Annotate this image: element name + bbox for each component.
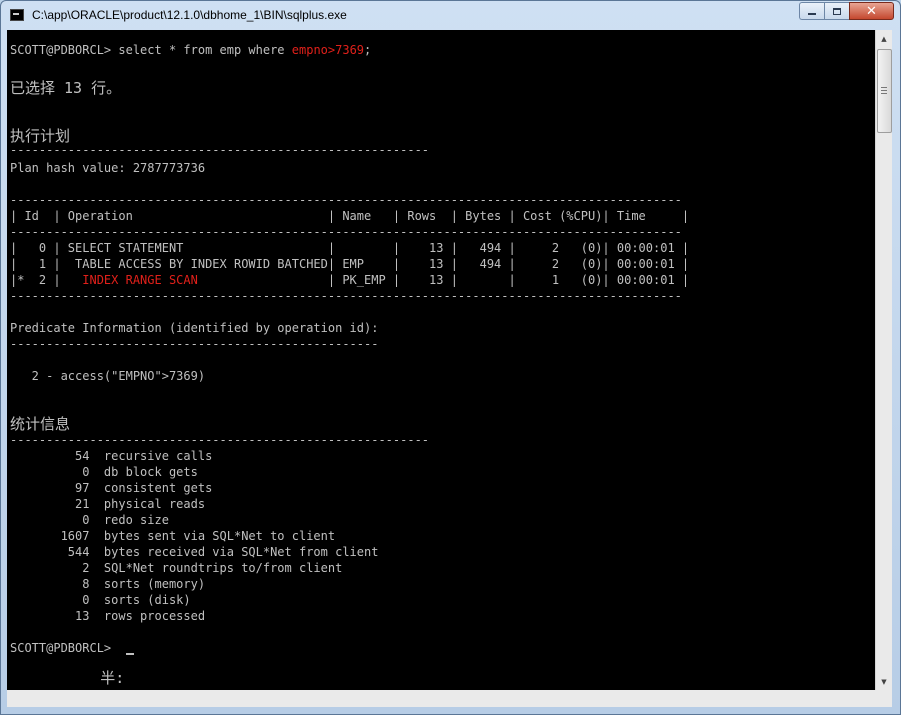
ime-indicator: 半: (10, 669, 125, 687)
statement-terminator: ; (364, 43, 372, 57)
plan-row-rest: | PK_EMP | 13 | | 1 (0)| 00:00:01 | (197, 273, 690, 287)
statistic-row: 8 sorts (memory) (10, 577, 206, 591)
plan-table-row: | 0 | SELECT STATEMENT | | 13 | 494 | 2 … (10, 241, 690, 255)
plan-table-row: |* 2 | INDEX RANGE SCAN | PK_EMP | 13 | … (10, 272, 689, 288)
statistic-row: 544 bytes received via SQL*Net from clie… (10, 545, 379, 559)
grip-line (881, 87, 887, 88)
statistic-row: 0 sorts (disk) (10, 593, 191, 607)
statistic-row: 0 db block gets (10, 465, 198, 479)
prompt-text: SCOTT@PDBORCL> (10, 641, 119, 655)
divider: ----------------------------------------… (10, 225, 682, 239)
grip-line (881, 93, 887, 94)
highlighted-operation: INDEX RANGE SCAN (82, 273, 198, 287)
rows-selected-message: 已选择 13 行。 (10, 79, 122, 97)
predicate-information-heading: Predicate Information (identified by ope… (10, 321, 379, 335)
size-grip[interactable] (875, 690, 892, 707)
console-output[interactable]: SCOTT@PDBORCL> select * from emp where e… (7, 30, 875, 707)
vertical-scrollbar[interactable]: ▲ ▼ (875, 30, 892, 690)
title-bar[interactable]: C:\app\ORACLE\product\12.1.0\dbhome_1\BI… (1, 1, 900, 31)
predicate-access: 2 - access("EMPNO">7369) (10, 369, 206, 383)
scroll-up-arrow-icon[interactable]: ▲ (876, 30, 892, 47)
window-controls: ✕ (799, 2, 894, 21)
scroll-down-arrow-icon[interactable]: ▼ (876, 673, 892, 690)
plan-hash-value: Plan hash value: 2787773736 (10, 161, 206, 175)
plan-table-header: | Id | Operation | Name | Rows | Bytes |… (10, 209, 690, 223)
statistic-row: 21 physical reads (10, 497, 206, 511)
divider: ----------------------------------------… (10, 143, 430, 157)
plan-table-row: | 1 | TABLE ACCESS BY INDEX ROWID BATCHE… (10, 257, 690, 271)
minimize-icon (808, 13, 816, 15)
current-prompt[interactable]: SCOTT@PDBORCL> (10, 640, 135, 656)
scrollbar-thumb[interactable] (877, 49, 892, 133)
sql-command-line: SCOTT@PDBORCL> select * from emp where e… (10, 42, 371, 58)
window-title: C:\app\ORACLE\product\12.1.0\dbhome_1\BI… (32, 8, 347, 22)
divider: ----------------------------------------… (10, 289, 682, 303)
prompt-text: SCOTT@PDBORCL> select * from emp where (10, 43, 292, 57)
close-icon: ✕ (866, 3, 877, 19)
statistics-heading: 统计信息 (10, 415, 71, 433)
minimize-button[interactable] (799, 2, 824, 20)
divider: ----------------------------------------… (10, 193, 682, 207)
plan-row-id: |* 2 | (10, 273, 83, 287)
maximize-button[interactable] (824, 2, 849, 20)
highlighted-predicate: empno>7369 (291, 43, 365, 57)
statistic-row: 2 SQL*Net roundtrips to/from client (10, 561, 343, 575)
window-bottom-strip (7, 690, 875, 707)
divider: ----------------------------------------… (10, 337, 379, 351)
statistic-row: 97 consistent gets (10, 481, 213, 495)
divider: ----------------------------------------… (10, 433, 430, 447)
grip-line (881, 90, 887, 91)
statistic-row: 1607 bytes sent via SQL*Net to client (10, 529, 336, 543)
console-app-icon (10, 9, 24, 21)
text-cursor (126, 653, 135, 655)
close-button[interactable]: ✕ (849, 2, 894, 20)
maximize-icon (833, 7, 841, 15)
statistic-row: 54 recursive calls (10, 449, 213, 463)
statistic-row: 0 redo size (10, 513, 169, 527)
statistic-row: 13 rows processed (10, 609, 206, 623)
